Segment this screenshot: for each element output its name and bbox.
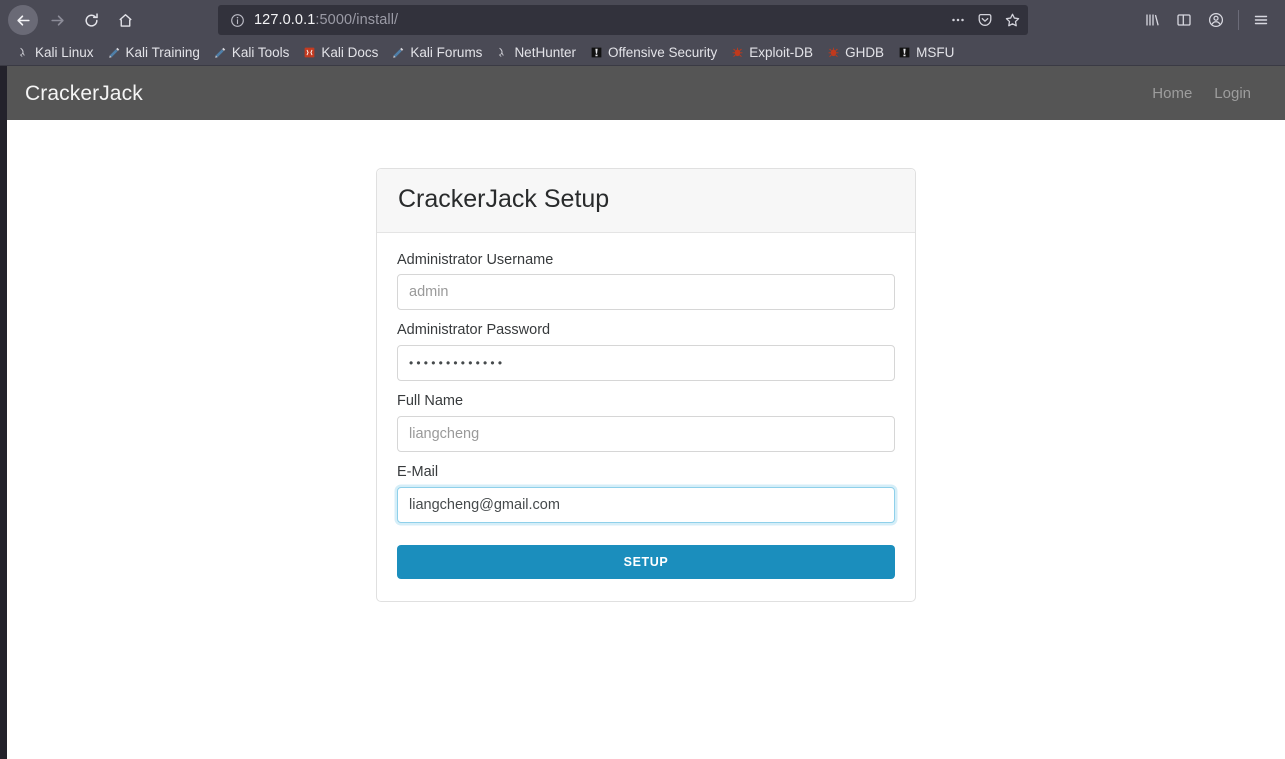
bookmark-nethunter[interactable]: NetHunter [489,42,583,64]
url-path: :5000/install/ [315,12,399,28]
hamburger-menu-icon[interactable] [1245,5,1277,35]
form-group-password: Administrator Password ••••••••••••• [397,322,895,382]
offsec-icon [590,46,603,59]
toolbar-right-icons [1136,5,1279,35]
bookmark-exploit-db[interactable]: Exploit-DB [724,42,820,64]
browser-toolbar: 127.0.0.1:5000/install/ [0,0,1285,40]
page-viewport: CrackerJack Home Login CrackerJack Setup… [7,66,1285,759]
password-masked-value: ••••••••••••• [409,356,506,371]
account-icon[interactable] [1200,5,1232,35]
label-email: E-Mail [397,464,439,481]
bookmark-label: MSFU [916,44,955,60]
back-button[interactable] [8,5,38,35]
card-body: Administrator Username admin Administrat… [377,233,915,602]
bookmark-label: Kali Linux [35,44,94,60]
label-administrator-password: Administrator Password [397,322,551,339]
email-input[interactable]: liangcheng@gmail.com [397,487,895,524]
pocket-icon[interactable] [977,12,993,28]
setup-card: CrackerJack Setup Administrator Username… [376,168,916,603]
kali-tool-icon [392,46,405,59]
exploit-db-icon [827,46,840,59]
bookmark-label: GHDB [845,44,885,60]
username-input[interactable]: admin [397,274,895,311]
toolbar-separator [1238,10,1239,30]
nav-link-home[interactable]: Home [1152,85,1192,102]
bookmark-msfu[interactable]: MSFU [891,42,961,64]
fullname-input[interactable]: liangcheng [397,416,895,453]
bookmark-kali-forums[interactable]: Kali Forums [385,42,489,64]
bookmark-kali-linux[interactable]: Kali Linux [10,42,101,64]
password-input[interactable]: ••••••••••••• [397,345,895,382]
form-group-email: E-Mail liangcheng@gmail.com [397,464,895,524]
home-icon [118,13,132,27]
exploit-db-icon [731,46,744,59]
nav-link-login[interactable]: Login [1214,85,1251,102]
url-text: 127.0.0.1:5000/install/ [254,12,942,28]
offsec-icon [898,46,911,59]
url-bar[interactable]: 127.0.0.1:5000/install/ [218,5,1028,35]
label-full-name: Full Name [397,393,464,410]
browser-window: 127.0.0.1:5000/install/ Kali Linux Kali … [0,0,1285,759]
page-body: CrackerJack Setup Administrator Username… [7,120,1285,603]
bookmark-kali-docs[interactable]: Kali Docs [296,42,385,64]
bookmark-label: Kali Forums [410,44,483,60]
bookmark-label: NetHunter [514,44,576,60]
bookmark-label: Kali Training [125,44,200,60]
site-brand[interactable]: CrackerJack [25,83,143,104]
kali-tool-icon [108,46,121,59]
bookmark-label: Exploit-DB [749,44,814,60]
url-host: 127.0.0.1 [254,12,316,28]
library-icon[interactable] [1136,5,1168,35]
bookmark-kali-tools[interactable]: Kali Tools [207,42,297,64]
kali-tool-icon [214,46,227,59]
home-button[interactable] [110,5,140,35]
forward-arrow-icon [50,14,64,26]
site-navbar: CrackerJack Home Login [7,66,1285,120]
forward-button[interactable] [42,5,72,35]
card-header: CrackerJack Setup [377,169,915,233]
label-administrator-username: Administrator Username [397,251,554,268]
site-nav-links: Home Login [1152,85,1267,102]
kali-docs-book-icon [303,46,316,59]
kali-dragon-icon [17,46,30,59]
bookmark-label: Offensive Security [607,44,718,60]
kali-dragon-icon [496,46,509,59]
page-title: CrackerJack Setup [398,185,610,213]
bookmark-label: Kali Tools [231,44,290,60]
viewport-wrapper: CrackerJack Home Login CrackerJack Setup… [0,66,1285,759]
bookmark-label: Kali Docs [321,44,379,60]
bookmarks-bar: Kali Linux Kali Training Kali Tools Kali… [0,40,1285,66]
bookmark-star-icon[interactable] [1004,12,1021,29]
bookmark-offensive-security[interactable]: Offensive Security [583,42,724,64]
bookmark-ghdb[interactable]: GHDB [820,42,891,64]
bookmark-kali-training[interactable]: Kali Training [101,42,207,64]
window-left-edge [0,66,7,759]
form-group-fullname: Full Name liangcheng [397,393,895,453]
sidebar-icon[interactable] [1168,5,1200,35]
page-actions-ellipsis-icon[interactable] [950,12,966,28]
info-circle-icon[interactable] [230,13,245,28]
reload-icon [84,12,98,27]
form-group-username: Administrator Username admin [397,251,895,311]
url-bar-actions [942,12,1021,29]
reload-button[interactable] [76,5,106,35]
setup-button[interactable]: SETUP [397,545,895,580]
back-arrow-icon [16,14,30,26]
